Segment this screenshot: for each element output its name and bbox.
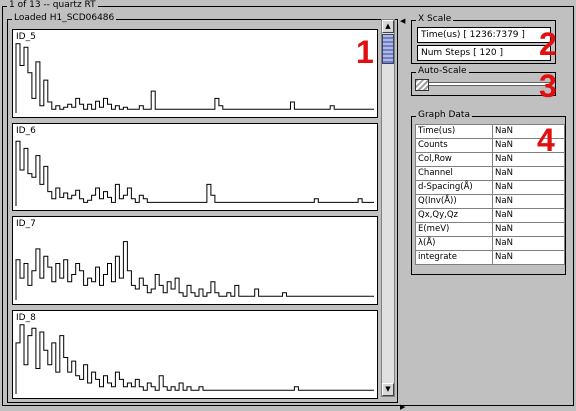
table-row: Q(Inv(Å)) NaN — [415, 194, 565, 209]
auto-scale-title: Auto-Scale — [416, 66, 469, 77]
table-row: E(meV) NaN — [415, 222, 565, 237]
row-key: integrate — [415, 250, 493, 265]
plot-id-5-label: ID_5 — [16, 32, 36, 42]
row-key: E(meV) — [415, 222, 493, 237]
row-key: Time(us) — [415, 124, 493, 139]
scroll-track[interactable] — [382, 33, 394, 383]
callout-2: 2 — [539, 26, 557, 62]
arrow-up-icon: ▲ — [385, 22, 391, 30]
callout-3: 3 — [539, 68, 557, 104]
plot-id-8-label: ID_8 — [16, 313, 36, 323]
row-key: Col,Row — [415, 152, 493, 167]
row-key: Channel — [415, 166, 493, 181]
row-key: Q(Inv(Å)) — [415, 194, 493, 209]
row-value: NaN — [492, 180, 565, 195]
plot-id-7-graph — [15, 241, 374, 300]
auto-scale-slider-thumb[interactable] — [415, 79, 429, 91]
plot-id-6-graph — [15, 140, 374, 206]
plot-id-6-label: ID_6 — [16, 126, 36, 136]
plot-trace — [15, 324, 374, 394]
plot-id-5-graph — [15, 43, 374, 113]
collapse-right-icon[interactable]: ▶ — [400, 403, 405, 411]
plot-id-5[interactable]: ID_5 — [12, 29, 378, 118]
row-value: NaN — [492, 250, 565, 265]
plot-id-6[interactable]: ID_6 — [12, 123, 378, 211]
plots-panel-title: Loaded H1_SCD06486 — [12, 13, 117, 24]
row-key: d-Spacing(Å) — [415, 180, 493, 195]
plot-id-7[interactable]: ID_7 — [12, 216, 378, 305]
row-value: NaN — [492, 194, 565, 209]
plots-scrollbar[interactable]: ▲ ▼ — [381, 19, 395, 397]
scroll-thumb[interactable] — [382, 34, 394, 64]
x-scale-title: X Scale — [416, 14, 454, 25]
table-row: integrate NaN — [415, 250, 565, 265]
plot-id-8-graph — [15, 324, 374, 394]
plot-trace — [15, 140, 374, 206]
row-key: Counts — [415, 138, 493, 153]
table-row: d-Spacing(Å) NaN — [415, 180, 565, 195]
row-key: Qx,Qy,Qz — [415, 208, 493, 223]
window-title: 1 of 13 -- quartz RT — [7, 0, 98, 11]
plot-id-7-label: ID_7 — [16, 219, 36, 229]
table-row: Qx,Qy,Qz NaN — [415, 208, 565, 223]
row-value: NaN — [492, 208, 565, 223]
scroll-up-button[interactable]: ▲ — [382, 20, 394, 33]
scroll-down-button[interactable]: ▼ — [382, 383, 394, 396]
graph-data-title: Graph Data — [416, 110, 472, 121]
callout-4: 4 — [537, 122, 555, 158]
plot-id-8[interactable]: ID_8 — [12, 310, 378, 399]
row-value: NaN — [492, 236, 565, 251]
auto-scale-slider-track[interactable] — [417, 82, 552, 86]
arrow-down-icon: ▼ — [385, 385, 391, 393]
time-range-field[interactable]: Time(us) [ 1236:7379 ] — [417, 27, 551, 43]
row-value: NaN — [492, 222, 565, 237]
plot-trace — [15, 43, 374, 113]
callout-1: 1 — [356, 34, 374, 70]
collapse-left-icon[interactable]: ◀ — [400, 17, 405, 25]
num-steps-field[interactable]: Num Steps [ 120 ] — [417, 45, 551, 61]
table-row: Channel NaN — [415, 166, 565, 181]
table-row: λ(Å) NaN — [415, 236, 565, 251]
row-key: λ(Å) — [415, 236, 493, 251]
split-divider[interactable]: ◀ ▶ — [398, 13, 408, 411]
row-value: NaN — [492, 166, 565, 181]
plot-trace — [15, 241, 374, 300]
